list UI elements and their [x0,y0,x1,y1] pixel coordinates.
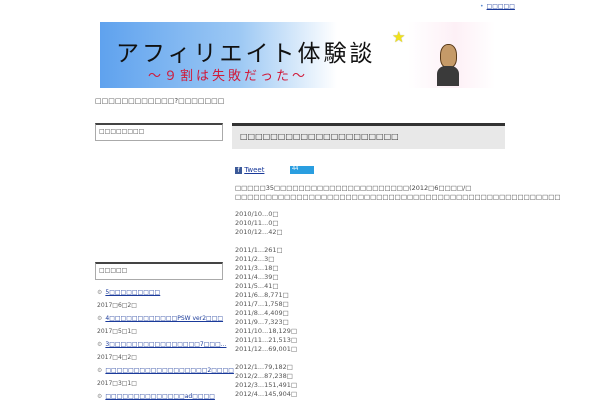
bullet-circle-icon: ⚙ [97,289,103,296]
bullet-circle-icon: ⚙ [97,393,103,400]
recent-post-date: 2017□5□1□ [97,328,137,335]
recent-post-link[interactable]: □□□□□□□□□□□□□□ad□□□□ [105,393,215,400]
stats-line: 2011/12...69,001□ [235,345,298,353]
top-nav-link[interactable]: • □□□□□ [480,3,515,10]
stats-line: 2011/7...1,758□ [235,300,289,308]
stats-line: 2011/9...7,323□ [235,318,289,326]
bullet-circle-icon: ⚙ [97,315,103,322]
bullet-icon: • [480,3,484,10]
recent-post-item: ⚙ □□□□□□□□□□□□□□ad□□□□ [97,390,234,403]
share-bar: f Tweet [235,166,264,174]
recent-post-link[interactable]: 4□□□□□□□□□□□□PSW ver2□□□ [105,315,223,322]
intro-line-1: □□□□□35□□□□□□□□□□□□□□□□□□□□□□(2012□6□□□□… [235,184,472,192]
stats-line: 2012/2...87,238□ [235,372,293,380]
star-icon: ★ [392,28,406,46]
recent-post-item: ⚙ 4□□□□□□□□□□□□PSW ver2□□□ [97,312,234,325]
stats-line: 2011/4...39□ [235,273,279,281]
stats-line: 2011/10...18,129□ [235,327,298,335]
intro-line-2: □□□□□□□□□□□□□□□□□□□□□□□□□□□□□□□□□□□□□□□□… [235,193,561,201]
top-link[interactable]: □□□□□ [487,3,515,10]
recent-post-item: ⚙ 3□□□□□□□□□□□□□□□□7□□□... [97,338,234,351]
stats-line: 2010/10...0□ [235,210,279,218]
person-illustration [437,44,459,86]
stats-line: 2012/1...79,182□ [235,363,293,371]
banner-subtitle: ～９割は失敗だった～ [148,69,309,84]
stats-line: 2011/6...8,771□ [235,291,289,299]
stats-line: 2011/5...41□ [235,282,279,290]
stats-line: 2011/3...18□ [235,264,279,272]
stats-year-group: 2012/1...79,182□ 2012/2...87,238□ 2012/3..… [235,363,297,399]
stats-line: 2010/12...42□ [235,228,283,236]
recent-post-date: 2017□6□2□ [97,302,137,309]
post-title: □□□□□□□□□□□□□□□□□□□□□ [232,123,505,149]
monthly-stats: 2010/10...0□ 2010/11...0□ 2010/12...42□ 201… [235,210,297,408]
recent-post-date: 2017□4□2□ [97,354,137,361]
facebook-icon[interactable]: f [235,166,242,174]
recent-post-link[interactable]: 3□□□□□□□□□□□□□□□□7□□□... [105,341,226,348]
post-intro: □□□□□35□□□□□□□□□□□□□□□□□□□□□□(2012□6□□□□… [235,184,561,202]
recent-post-item: ⚙ □□□□□□□□□□□□□□□□□□2□□□□ [97,364,234,377]
stats-line: 2011/1...261□ [235,246,283,254]
stats-line: 2011/2...3□ [235,255,275,263]
recent-post-item: ⚙ 5□□□□□□□□□ [97,286,234,299]
tweet-button[interactable]: Tweet [244,166,264,174]
recent-post-link[interactable]: 5□□□□□□□□□ [105,289,160,296]
sidebar-box-title: □□□□□□□□ [95,123,223,141]
stats-year-group: 2010/10...0□ 2010/11...0□ 2010/12...42□ [235,210,297,237]
stats-line: 2011/11...21,513□ [235,336,298,344]
stats-line: 2010/11...0□ [235,219,279,227]
stats-line: 2011/8...4,409□ [235,309,289,317]
share-count-button[interactable]: 44 [290,166,314,174]
bullet-circle-icon: ⚙ [97,367,103,374]
site-banner[interactable]: アフィリエイト体験談 ～９割は失敗だった～ ★ [100,22,495,88]
stats-line: 2012/4...145,904□ [235,390,298,398]
banner-title: アフィリエイト体験談 [116,41,376,67]
recent-posts-list: ⚙ 5□□□□□□□□□ 2017□6□2□ ⚙ 4□□□□□□□□□□□□PSW ve… [97,286,234,403]
stats-year-group: 2011/1...261□ 2011/2...3□ 2011/3...18□ 2011… [235,246,297,354]
recent-post-date: 2017□3□1□ [97,380,137,387]
site-tagline: □□□□□□□□□□□□?□□□□□□□ [95,97,225,105]
recent-post-link[interactable]: □□□□□□□□□□□□□□□□□□2□□□□ [105,367,234,374]
bullet-circle-icon: ⚙ [97,341,103,348]
recent-posts-title: □□□□□ [95,262,223,280]
stats-line: 2012/3...151,491□ [235,381,298,389]
